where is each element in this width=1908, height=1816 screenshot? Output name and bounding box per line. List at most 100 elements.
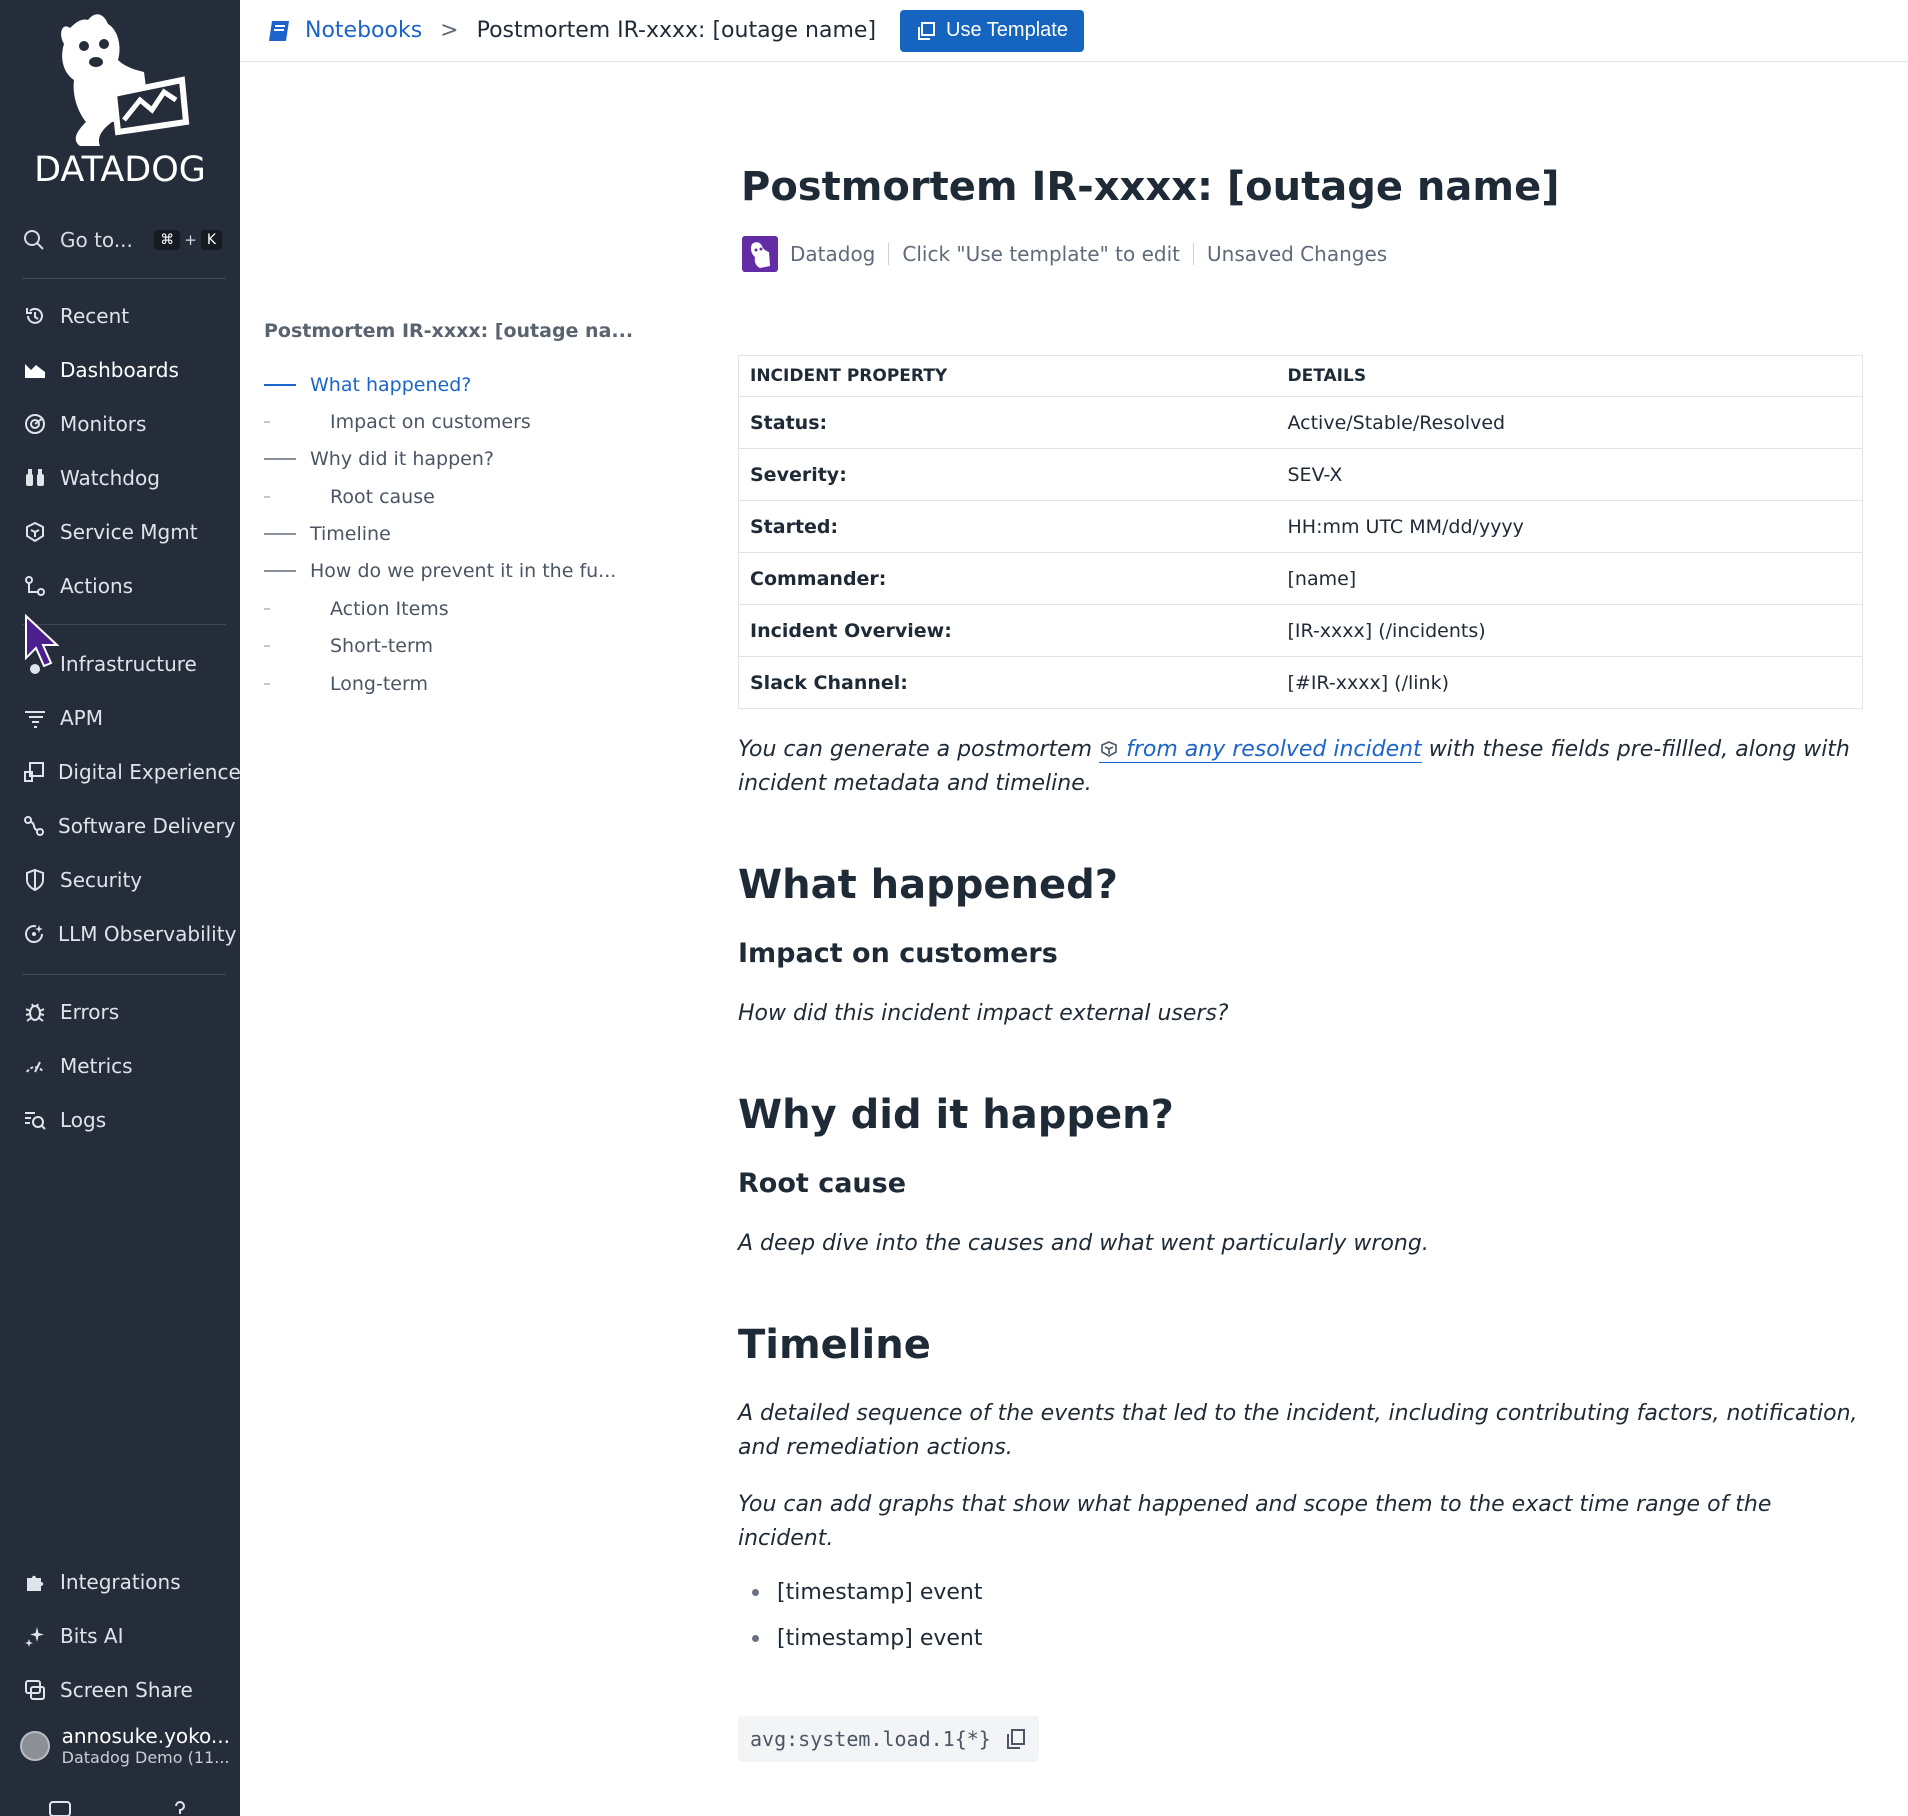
sidebar-item-label: Errors bbox=[60, 1000, 120, 1024]
heading-root-cause: Root cause bbox=[738, 1168, 907, 1199]
chat-icon[interactable] bbox=[48, 1800, 72, 1816]
table-row: Severity: SEV-X bbox=[738, 448, 1863, 501]
bullet-dot bbox=[752, 1635, 759, 1642]
toc-item-what-happened[interactable]: What happened? bbox=[264, 370, 471, 400]
author-name: Datadog bbox=[790, 242, 876, 266]
sidebar-item-digital-experience[interactable]: Digital Experience bbox=[22, 752, 241, 792]
resolved-incident-link-label: from any resolved incident bbox=[1126, 737, 1422, 762]
property-name: Commander: bbox=[738, 552, 1277, 605]
shield-icon bbox=[22, 867, 48, 893]
sidebar-item-actions[interactable]: Actions bbox=[22, 566, 232, 606]
table-header-row: INCIDENT PROPERTY DETAILS bbox=[738, 355, 1863, 397]
table-row: Started: HH:mm UTC MM/dd/yyyy bbox=[738, 500, 1863, 553]
property-value: SEV-X bbox=[1276, 448, 1863, 501]
sidebar-item-label: Security bbox=[60, 868, 143, 892]
meta-divider bbox=[1193, 243, 1194, 265]
avatar bbox=[20, 1731, 50, 1761]
sidebar-item-watchdog[interactable]: Watchdog bbox=[22, 458, 232, 498]
table-row: Incident Overview: [IR-xxxx] (/incidents… bbox=[738, 604, 1863, 657]
toc-item-long-term[interactable]: Long-term bbox=[264, 669, 428, 699]
sidebar-item-label: Actions bbox=[60, 574, 134, 598]
toc-label: Root cause bbox=[330, 486, 435, 508]
mouse-cursor-icon bbox=[25, 614, 60, 668]
root-cause-text: A deep dive into the causes and what wen… bbox=[738, 1231, 1429, 1256]
sidebar-item-label: Monitors bbox=[60, 412, 147, 436]
toc-title[interactable]: Postmortem IR-xxxx: [outage na... bbox=[264, 320, 633, 342]
metrics-icon bbox=[22, 1053, 48, 1079]
sidebar-item-integrations[interactable]: Integrations bbox=[22, 1562, 232, 1602]
toc-label: Timeline bbox=[310, 523, 391, 545]
sidebar-item-label: LLM Observability bbox=[58, 922, 237, 946]
toc-dash bbox=[264, 645, 270, 647]
toc-item-why-did-it-happen[interactable]: Why did it happen? bbox=[264, 444, 494, 474]
notebook-meta: Datadog Click "Use template" to edit Uns… bbox=[742, 236, 1387, 272]
sidebar-item-llm-observability[interactable]: LLM Observability bbox=[22, 914, 236, 954]
incident-icon bbox=[1101, 741, 1117, 757]
column-header: INCIDENT PROPERTY bbox=[738, 355, 1277, 397]
breadcrumb-notebooks-link[interactable]: Notebooks bbox=[305, 18, 422, 43]
toc-item-prevention[interactable]: How do we prevent it in the fu... bbox=[264, 556, 616, 586]
sidebar-item-software-delivery[interactable]: Software Delivery bbox=[22, 806, 236, 846]
toc-item-action-items[interactable]: Action Items bbox=[264, 594, 449, 624]
property-value: HH:mm UTC MM/dd/yyyy bbox=[1276, 500, 1863, 553]
puzzle-icon bbox=[22, 1569, 48, 1595]
sidebar-item-logs[interactable]: Logs bbox=[22, 1100, 232, 1140]
property-name: Incident Overview: bbox=[738, 604, 1277, 657]
list-item-text: [timestamp] event bbox=[777, 1580, 983, 1605]
use-template-button[interactable]: Use Template bbox=[900, 9, 1084, 52]
sidebar-item-monitors[interactable]: Monitors bbox=[22, 404, 232, 444]
toc-item-root-cause[interactable]: Root cause bbox=[264, 482, 435, 512]
toc-label: Impact on customers bbox=[330, 411, 531, 433]
sidebar-item-screen-share[interactable]: Screen Share bbox=[22, 1670, 232, 1710]
datadog-dog-icon bbox=[61, 14, 190, 147]
binoculars-icon bbox=[22, 465, 48, 491]
sidebar-item-label: Watchdog bbox=[60, 466, 160, 490]
sidebar-item-service-mgmt[interactable]: Service Mgmt bbox=[22, 512, 232, 552]
user-org: Datadog Demo (11... bbox=[61, 1748, 230, 1768]
sidebar-item-errors[interactable]: Errors bbox=[22, 992, 232, 1032]
goto-search[interactable]: Go to... ⌘ + K bbox=[22, 222, 222, 258]
list-item-text: [timestamp] event bbox=[777, 1626, 983, 1651]
bug-icon bbox=[22, 999, 48, 1025]
apm-icon bbox=[22, 705, 48, 731]
sidebar: DATADOG Go to... ⌘ + K Recent Dashboards… bbox=[0, 0, 241, 1816]
search-icon bbox=[24, 230, 44, 250]
sidebar-item-apm[interactable]: APM bbox=[22, 698, 232, 738]
toc-item-short-term[interactable]: Short-term bbox=[264, 631, 433, 661]
sidebar-divider bbox=[22, 974, 226, 975]
toc-item-impact-on-customers[interactable]: Impact on customers bbox=[264, 407, 531, 437]
toc-dash bbox=[264, 570, 296, 572]
heading-impact-on-customers: Impact on customers bbox=[738, 938, 1058, 969]
sidebar-item-security[interactable]: Security bbox=[22, 860, 232, 900]
user-info: annosuke.yoko... Datadog Demo (11... bbox=[62, 1724, 230, 1767]
user-name: annosuke.yoko... bbox=[61, 1724, 230, 1749]
shortcut-plus: + bbox=[184, 231, 197, 249]
help-icon[interactable] bbox=[170, 1800, 190, 1816]
sidebar-item-label: Logs bbox=[60, 1108, 107, 1132]
user-menu[interactable]: annosuke.yoko... Datadog Demo (11... bbox=[20, 1720, 230, 1772]
toc-label: Short-term bbox=[330, 635, 433, 657]
save-status: Unsaved Changes bbox=[1207, 242, 1388, 266]
toc-dash bbox=[264, 496, 270, 498]
resolved-incident-link[interactable]: from any resolved incident bbox=[1099, 737, 1422, 763]
sidebar-item-dashboards[interactable]: Dashboards bbox=[22, 350, 232, 390]
code-text: avg:system.load.1{*} bbox=[750, 1727, 991, 1751]
copy-icon[interactable] bbox=[1005, 1728, 1027, 1750]
sidebar-item-label: Metrics bbox=[60, 1054, 133, 1078]
sidebar-item-metrics[interactable]: Metrics bbox=[22, 1046, 232, 1086]
datadog-logo[interactable]: DATADOG bbox=[0, 0, 240, 200]
breadcrumb-separator: > bbox=[440, 18, 459, 43]
timeline-description: A detailed sequence of the events that l… bbox=[738, 1401, 1858, 1460]
property-value: Active/Stable/Resolved bbox=[1276, 396, 1863, 449]
sidebar-item-label: Service Mgmt bbox=[60, 520, 198, 544]
toc-item-timeline[interactable]: Timeline bbox=[264, 519, 391, 549]
sidebar-item-label: APM bbox=[60, 706, 103, 730]
sidebar-item-bits-ai[interactable]: Bits AI bbox=[22, 1616, 232, 1656]
software-delivery-icon bbox=[22, 813, 46, 839]
sidebar-item-label: Integrations bbox=[60, 1570, 181, 1594]
sidebar-item-label: Dashboards bbox=[60, 358, 179, 382]
sidebar-item-recent[interactable]: Recent bbox=[22, 296, 232, 336]
impact-text: How did this incident impact external us… bbox=[738, 1001, 1229, 1026]
toc-label: How do we prevent it in the fu... bbox=[310, 560, 617, 582]
column-header: DETAILS bbox=[1276, 355, 1863, 397]
